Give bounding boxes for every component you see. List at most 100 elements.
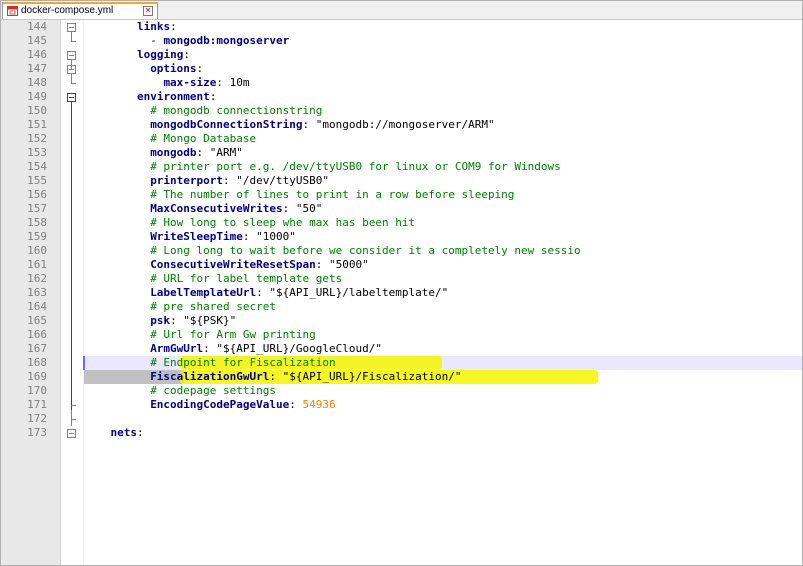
value-token: : "50" [282, 202, 323, 215]
code-text: # The number of lines to print in a row … [150, 188, 514, 202]
key-token: options [150, 62, 197, 75]
line-number: 148 [27, 76, 47, 89]
code-text: logging: [137, 48, 190, 62]
code-line[interactable]: 172 [0, 412, 803, 426]
code-line[interactable]: 145 - mongodb:mongoserver [0, 34, 803, 48]
code-line[interactable]: 167 ArmGwUrl: "${API_URL}/GoogleCloud/" [0, 342, 803, 356]
line-number: 149 [27, 90, 47, 103]
code-line[interactable]: 161 ConsecutiveWriteResetSpan: "5000" [0, 258, 803, 272]
value-token: : "${API_URL}/labeltemplate/" [256, 286, 449, 299]
comment-token: # codepage settings [150, 384, 277, 397]
fold-guide-line [71, 74, 72, 83]
line-number: 147 [27, 62, 47, 75]
code-text: # Endpoint for Fiscalization [150, 356, 335, 370]
line-number: 168 [27, 356, 47, 369]
code-text: psk: "${PSK}" [150, 314, 236, 328]
code-text: # URL for label template gets [150, 272, 342, 286]
code-editor[interactable]: 144 links: 145 - mongodb:mongoserver 146 logg… [0, 20, 803, 566]
key-token: EncodingCodePageValue [150, 398, 290, 411]
line-number: 145 [27, 34, 47, 47]
code-line[interactable]: 150 # mongodb connectionstring [0, 104, 803, 118]
code-line[interactable]: 149 environment: [0, 90, 803, 104]
fold-guide-line [71, 32, 72, 41]
value-token: : "5000" [315, 258, 369, 271]
comment-token: # Url for Arm Gw printing [150, 328, 316, 341]
code-line[interactable]: 157 MaxConsecutiveWrites: "50" [0, 202, 803, 216]
comment-token: # How long to sleep whe max has been hit [150, 216, 416, 229]
line-number: 153 [27, 146, 47, 159]
code-text: LabelTemplateUrl: "${API_URL}/labeltempl… [150, 286, 448, 300]
code-line[interactable]: 158 # How long to sleep whe max has been … [0, 216, 803, 230]
code-text: mongodbConnectionString: "mongodb://mong… [150, 118, 494, 132]
value-token: : "/dev/ttyUSB0" [223, 174, 330, 187]
comment-token: # printer port e.g. /dev/ttyUSB0 for lin… [150, 160, 561, 173]
value-token: : [170, 20, 177, 33]
code-text: ArmGwUrl: "${API_URL}/GoogleCloud/" [150, 342, 382, 356]
code-line[interactable]: 151 mongodbConnectionString: "mongodb://m… [0, 118, 803, 132]
comment-token: # mongodb connectionstring [150, 104, 323, 117]
line-number: 172 [27, 412, 47, 425]
comment-token: # pre shared secret [150, 300, 277, 313]
code-line[interactable]: 160 # Long long to wait before we conside… [0, 244, 803, 258]
value-token: : "ARM" [196, 146, 243, 159]
code-line[interactable]: 148 max-size: 10m [0, 76, 803, 90]
code-line[interactable]: 146 logging: [0, 48, 803, 62]
fold-end-tick [71, 83, 76, 84]
comment-token: # Endpoint for Fiscalization [150, 356, 336, 369]
tab-label: docker-compose.yml [21, 5, 114, 16]
fold-toggle-icon[interactable] [67, 51, 76, 60]
code-text: printerport: "/dev/ttyUSB0" [150, 174, 329, 188]
code-line[interactable]: 170 # codepage settings [0, 384, 803, 398]
number-token: 54936 [302, 398, 336, 411]
code-text: nets: [110, 426, 143, 440]
code-line[interactable]: 162 # URL for label template gets [0, 272, 803, 286]
comment-token: # The number of lines to print in a row … [150, 188, 515, 201]
close-tab-icon[interactable]: ✕ [143, 6, 153, 16]
line-number: 150 [27, 104, 47, 117]
key-token: max-size [163, 76, 217, 89]
fold-end-tick [71, 405, 76, 406]
key-token: psk [150, 314, 171, 327]
code-line[interactable]: 169 FiscalizationGwUrl: "${API_URL}/Fisca… [0, 370, 803, 384]
code-line[interactable]: 173 nets: [0, 426, 803, 440]
code-line[interactable]: 156 # The number of lines to print in a r… [0, 188, 803, 202]
code-line[interactable]: 153 mongodb: "ARM" [0, 146, 803, 160]
code-line[interactable]: 154 # printer port e.g. /dev/ttyUSB0 for … [0, 160, 803, 174]
code-line[interactable]: 168 # Endpoint for Fiscalization [0, 356, 803, 370]
code-line[interactable]: 159 WriteSleepTime: "1000" [0, 230, 803, 244]
line-number: 173 [27, 426, 47, 439]
code-text: EncodingCodePageValue: 54936 [150, 398, 335, 412]
comment-token: # Mongo Database [150, 132, 257, 145]
file-icon [7, 6, 18, 16]
fold-guide-line-active [71, 102, 72, 412]
code-line[interactable]: 171 EncodingCodePageValue: 54936 [0, 398, 803, 412]
code-line[interactable]: 165 psk: "${PSK}" [0, 314, 803, 328]
key-token: MaxConsecutiveWrites [150, 202, 283, 215]
code-text: ConsecutiveWriteResetSpan: "5000" [150, 258, 369, 272]
line-number: 151 [27, 118, 47, 131]
comment-token: # URL for label template gets [150, 272, 343, 285]
line-number: 169 [27, 370, 47, 383]
tab-docker-compose[interactable]: docker-compose.yml ✕ [2, 2, 158, 19]
code-line[interactable]: 155 printerport: "/dev/ttyUSB0" [0, 174, 803, 188]
code-text: max-size: 10m [163, 76, 249, 90]
value-token: : [289, 398, 303, 411]
line-number: 162 [27, 272, 47, 285]
key-token: mongodbConnectionString [150, 118, 303, 131]
line-number: 171 [27, 398, 47, 411]
code-line[interactable]: 163 LabelTemplateUrl: "${API_URL}/labelte… [0, 286, 803, 300]
code-text: mongodb: "ARM" [150, 146, 243, 160]
line-number: 156 [27, 188, 47, 201]
key-token: logging [136, 48, 184, 61]
code-line[interactable]: 166 # Url for Arm Gw printing [0, 328, 803, 342]
value-token: : 10m [216, 76, 250, 89]
key-token: LabelTemplateUrl [150, 286, 257, 299]
fold-toggle-icon[interactable] [67, 429, 76, 438]
line-number: 159 [27, 230, 47, 243]
fold-toggle-icon[interactable] [67, 93, 76, 102]
code-line[interactable]: 164 # pre shared secret [0, 300, 803, 314]
fold-toggle-icon[interactable] [67, 23, 76, 32]
code-line[interactable]: 147 options: [0, 62, 803, 76]
code-line[interactable]: 144 links: [0, 20, 803, 34]
code-line[interactable]: 152 # Mongo Database [0, 132, 803, 146]
